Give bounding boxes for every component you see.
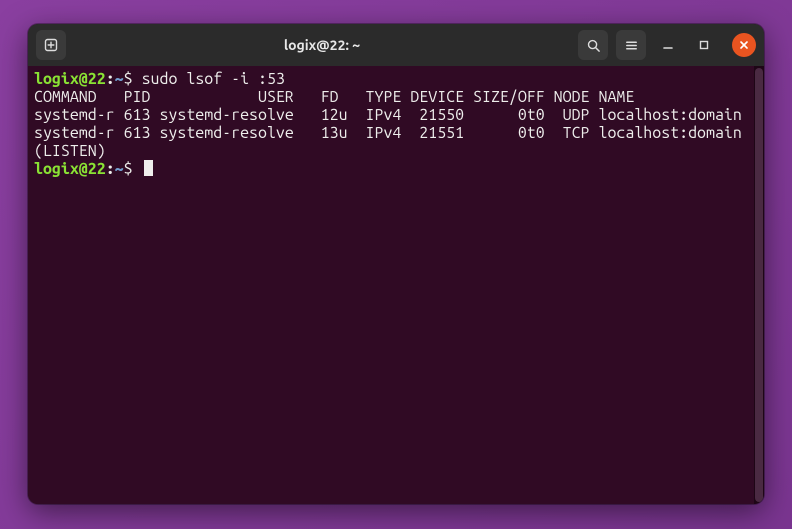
output-row-2: systemd-r 613 systemd-resolve 13u IPv4 2… [34,124,742,142]
output-row-1: systemd-r 613 systemd-resolve 12u IPv4 2… [34,106,742,124]
window-title: logix@22: ~ [66,37,578,53]
terminal-window: logix@22: ~ [28,24,764,504]
terminal-output[interactable]: logix@22:~$ sudo lsof -i :53 COMMAND PID… [28,66,754,504]
maximize-icon [697,38,711,52]
search-icon [586,38,601,53]
prompt-colon: : [106,160,115,178]
maximize-button[interactable] [690,30,718,60]
close-button[interactable] [732,33,756,57]
cursor [144,160,153,176]
command-text: sudo lsof -i :53 [142,70,285,88]
minimize-icon [661,38,675,52]
prompt-user: logix@22 [34,160,106,178]
new-tab-button[interactable] [36,30,66,60]
prompt-path: ~ [115,160,124,178]
hamburger-icon [624,38,639,53]
new-tab-icon [43,37,59,53]
minimize-button[interactable] [654,30,682,60]
close-icon [739,40,749,50]
prompt-symbol: $ [124,160,133,178]
prompt-colon: : [106,70,115,88]
menu-button[interactable] [616,30,646,60]
scrollbar[interactable] [754,66,764,504]
prompt-path: ~ [115,70,124,88]
output-header: COMMAND PID USER FD TYPE DEVICE SIZE/OFF… [34,88,634,106]
output-row-2b: (LISTEN) [34,142,106,160]
prompt-symbol: $ [124,70,133,88]
terminal-body-wrap: logix@22:~$ sudo lsof -i :53 COMMAND PID… [28,66,764,504]
prompt-user: logix@22 [34,70,106,88]
search-button[interactable] [578,30,608,60]
scrollbar-thumb[interactable] [755,68,763,502]
titlebar: logix@22: ~ [28,24,764,66]
